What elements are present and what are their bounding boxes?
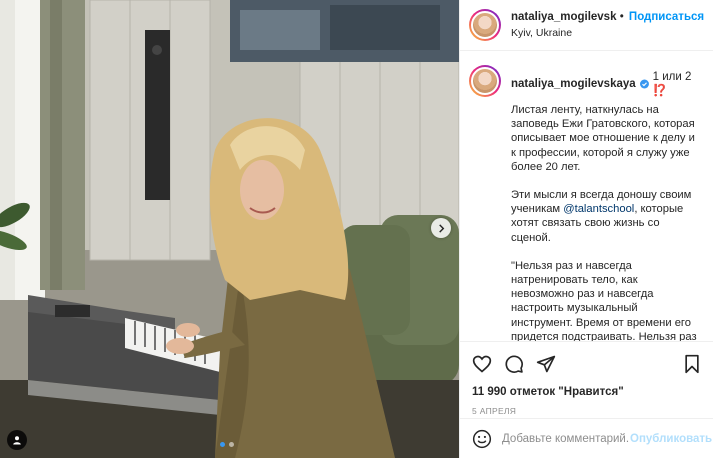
caption-first-line: 1 или 2 ⁉️ xyxy=(652,71,692,97)
comment-input[interactable] xyxy=(502,432,630,445)
follow-button[interactable]: Подписаться xyxy=(629,11,704,23)
post-side-panel: nataliya_mogilevsk • Подписаться Kyiv, U… xyxy=(459,0,713,458)
next-slide-button[interactable] xyxy=(431,218,451,238)
photo-woman-playing-keyboard xyxy=(0,0,459,458)
location-link[interactable]: Kyiv, Ukraine xyxy=(511,27,704,40)
caption-avatar[interactable] xyxy=(469,65,501,97)
header-separator: • xyxy=(619,10,624,23)
heart-icon[interactable] xyxy=(472,354,492,374)
slide-dot-active xyxy=(220,442,225,447)
chevron-right-icon xyxy=(438,223,444,233)
user-tag-icon xyxy=(13,436,21,445)
caption-text: Листая ленту, наткнулась на заповедь Ежи… xyxy=(511,103,701,341)
publish-button[interactable]: Опубликовать xyxy=(630,433,712,445)
emoji-icon[interactable] xyxy=(472,429,492,449)
slide-indicator xyxy=(220,442,234,447)
caption-paragraph: Эти мысли я всегда доношу своим ученикам… xyxy=(511,188,701,245)
caption-username[interactable]: nataliya_mogilevskaya xyxy=(511,78,636,90)
post-date[interactable]: 5 АПРЕЛЯ xyxy=(472,406,702,416)
post-header: nataliya_mogilevsk • Подписаться Kyiv, U… xyxy=(460,0,713,51)
tagged-users-button[interactable] xyxy=(7,430,27,450)
caption-paragraph: "Нельзя раз и навсегда натренировать тел… xyxy=(511,259,697,341)
share-icon[interactable] xyxy=(536,354,556,374)
comment-icon[interactable] xyxy=(504,354,524,374)
post-actions: 11 990 отметок "Нравится" 5 АПРЕЛЯ xyxy=(460,341,713,416)
post-photo[interactable] xyxy=(0,0,459,458)
mention-link[interactable]: @talantschool xyxy=(563,203,634,215)
slide-dot xyxy=(229,442,234,447)
header-username[interactable]: nataliya_mogilevsk xyxy=(511,11,616,23)
comment-bar: Опубликовать xyxy=(460,418,713,458)
caption-section[interactable]: nataliya_mogilevskaya 1 или 2 ⁉️ Листая … xyxy=(460,51,713,341)
likes-count[interactable]: 11 990 отметок "Нравится" xyxy=(472,386,702,398)
verified-badge-icon xyxy=(639,79,649,89)
bookmark-icon[interactable] xyxy=(682,354,702,374)
caption-paragraph: Листая ленту, наткнулась на заповедь Ежи… xyxy=(511,104,695,173)
avatar[interactable] xyxy=(469,9,501,41)
